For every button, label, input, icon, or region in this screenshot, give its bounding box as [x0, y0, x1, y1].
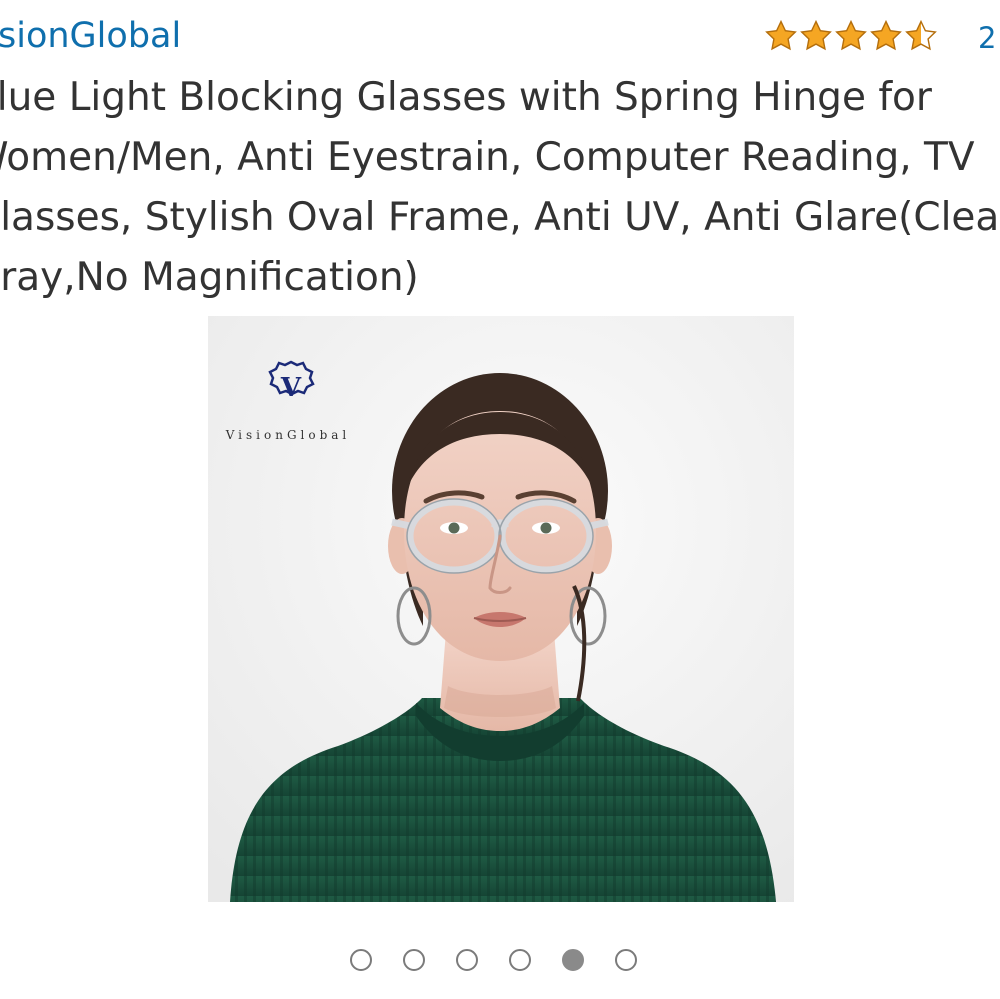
- carousel-dot-3[interactable]: [456, 949, 478, 971]
- star-icon: [835, 19, 867, 51]
- star-icon: [765, 19, 797, 51]
- brand-link[interactable]: sionGlobal: [0, 14, 181, 58]
- half-star-icon: [905, 19, 937, 51]
- svg-text:VisionGlobal: VisionGlobal: [225, 428, 351, 442]
- image-carousel-indicator: [350, 949, 637, 971]
- product-image[interactable]: V VisionGlobal: [208, 316, 794, 902]
- star-icon: [800, 19, 832, 51]
- product-title-line: Gray,No Magnification): [0, 255, 419, 300]
- rating-stars: [764, 19, 938, 53]
- carousel-dot-2[interactable]: [403, 949, 425, 971]
- product-title: Blue Light Blocking Glasses with Spring …: [0, 68, 1000, 308]
- carousel-dot-5-active[interactable]: [562, 949, 584, 971]
- carousel-dot-1[interactable]: [350, 949, 372, 971]
- review-count-link[interactable]: 2: [978, 14, 996, 62]
- svg-text:V: V: [280, 373, 302, 403]
- carousel-dot-4[interactable]: [509, 949, 531, 971]
- product-title-line: Women/Men, Anti Eyestrain, Computer Read…: [0, 135, 975, 180]
- product-title-line: Blue Light Blocking Glasses with Spring …: [0, 75, 932, 120]
- product-title-line: Glasses, Stylish Oval Frame, Anti UV, An…: [0, 195, 1000, 240]
- star-rating[interactable]: [764, 14, 938, 58]
- product-detail-page: sionGlobal 2 Blue Light Blocking Glasses…: [0, 0, 1000, 999]
- carousel-dot-6[interactable]: [615, 949, 637, 971]
- model-wearing-glasses-image: V VisionGlobal: [208, 316, 794, 902]
- star-icon: [870, 19, 902, 51]
